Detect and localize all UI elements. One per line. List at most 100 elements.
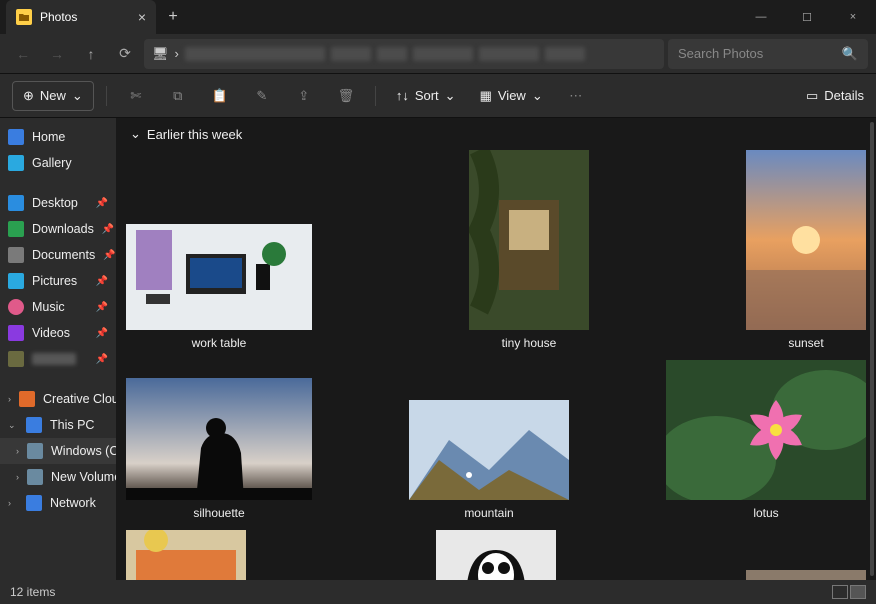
chevron-down-icon: ⌄ <box>445 88 456 104</box>
thumb-mountain[interactable]: mountain <box>409 400 569 520</box>
pin-icon: 📌 <box>102 224 114 235</box>
view-button[interactable]: ▦ View ⌄ <box>472 81 551 111</box>
thumbnail-image <box>666 360 866 500</box>
sort-button[interactable]: ↑↓ Sort ⌄ <box>388 81 464 111</box>
thumbnail-image <box>126 224 312 330</box>
view-label: View <box>498 88 526 103</box>
sidebar-item-label: Music <box>32 300 65 314</box>
details-button[interactable]: ▭ Details <box>806 88 864 104</box>
thumb-tiny-house[interactable]: tiny house <box>469 150 589 350</box>
thumbnail-image <box>409 400 569 500</box>
sidebar-item-network[interactable]: › Network <box>0 490 116 516</box>
pin-icon: 📌 <box>96 198 108 209</box>
sidebar-item-desktop[interactable]: Desktop 📌 <box>0 190 116 216</box>
status-bar: 12 items <box>0 580 876 604</box>
sidebar-item-label: Videos <box>32 326 70 340</box>
tab-title: Photos <box>40 10 77 24</box>
sidebar-item-ddrive[interactable]: › New Volume (D:) <box>0 464 116 490</box>
thumbnail-image <box>436 530 556 580</box>
thumbnail-image <box>126 378 312 500</box>
expand-icon[interactable]: › <box>16 472 19 482</box>
sidebar-item-documents[interactable]: Documents 📌 <box>0 242 116 268</box>
thumb-silhouette[interactable]: silhouette <box>126 378 312 520</box>
content-area: ⌄ Earlier this week work table tiny hous… <box>116 118 876 580</box>
add-tab-button[interactable]: + <box>156 0 190 34</box>
close-window-button[interactable]: × <box>830 0 876 34</box>
chevron-down-icon: ⌄ <box>130 126 141 142</box>
sidebar-item-gallery[interactable]: Gallery <box>0 150 116 176</box>
share-icon[interactable]: ⇪ <box>287 81 321 111</box>
expand-icon[interactable]: ⌄ <box>8 420 18 431</box>
pin-icon: 📌 <box>96 354 108 365</box>
maximize-button[interactable]: ☐ <box>784 0 830 34</box>
drive-icon <box>27 469 43 485</box>
forward-button[interactable]: → <box>42 39 72 69</box>
plus-circle-icon: ⊕ <box>23 88 34 104</box>
expand-icon[interactable]: › <box>8 498 18 508</box>
sidebar-item-label: Gallery <box>32 156 72 170</box>
thumb-lotus[interactable]: lotus <box>666 360 866 520</box>
videos-icon <box>8 325 24 341</box>
refresh-button[interactable]: ⟳ <box>110 39 140 69</box>
paste-icon[interactable]: 📋 <box>203 81 237 111</box>
details-pane-icon: ▭ <box>806 88 818 104</box>
thumb-caption: work table <box>126 336 312 350</box>
rename-icon[interactable]: ✎ <box>245 81 279 111</box>
cut-icon[interactable]: ✄ <box>119 81 153 111</box>
thumbnails-view-icon[interactable] <box>850 585 866 599</box>
sidebar-item-redacted[interactable]: 📌 <box>0 346 116 372</box>
sidebar-item-cdrive[interactable]: › Windows (C:) <box>0 438 116 464</box>
delete-icon[interactable]: 🗑 <box>329 81 363 111</box>
sidebar-item-home[interactable]: Home <box>0 124 116 150</box>
pin-icon: 📌 <box>103 250 115 261</box>
details-label: Details <box>824 88 864 103</box>
thumb-caption: silhouette <box>126 506 312 520</box>
sidebar-item-label: Windows (C:) <box>51 444 116 458</box>
pin-icon: 📌 <box>96 302 108 313</box>
documents-icon <box>8 247 24 263</box>
more-button[interactable]: ⋯ <box>559 81 593 111</box>
thumb-partial-2[interactable] <box>436 530 556 580</box>
copy-icon[interactable]: ⧉ <box>161 81 195 111</box>
thumbnail-image <box>126 530 246 580</box>
music-icon <box>8 299 24 315</box>
thumbnail-image <box>746 570 866 580</box>
sidebar-item-ccf[interactable]: › Creative Cloud Files <box>0 386 116 412</box>
sidebar-item-videos[interactable]: Videos 📌 <box>0 320 116 346</box>
thumb-partial-3[interactable] <box>746 570 866 580</box>
group-header[interactable]: ⌄ Earlier this week <box>116 118 876 146</box>
thumb-caption: mountain <box>409 506 569 520</box>
thumb-work-table[interactable]: work table <box>126 224 312 350</box>
pin-icon: 📌 <box>96 328 108 339</box>
address-bar[interactable]: 🖥 › <box>144 39 664 69</box>
new-button[interactable]: ⊕ New ⌄ <box>12 81 94 111</box>
scrollbar[interactable] <box>870 122 874 576</box>
sidebar-item-label: This PC <box>50 418 94 432</box>
sidebar-item-label: New Volume (D:) <box>51 470 116 484</box>
sidebar: Home Gallery Desktop 📌 Downloads 📌 Docum… <box>0 118 116 580</box>
thumb-sunset[interactable]: sunset <box>746 150 866 350</box>
sidebar-item-pictures[interactable]: Pictures 📌 <box>0 268 116 294</box>
folder-icon <box>8 351 24 367</box>
thumb-partial-1[interactable] <box>126 530 246 580</box>
sidebar-item-label: Desktop <box>32 196 78 210</box>
minimize-button[interactable]: — <box>738 0 784 34</box>
sidebar-item-downloads[interactable]: Downloads 📌 <box>0 216 116 242</box>
tab-photos[interactable]: Photos × <box>6 0 156 34</box>
up-button[interactable]: ↑ <box>76 39 106 69</box>
thumbnail-image <box>746 150 866 330</box>
details-view-icon[interactable] <box>832 585 848 599</box>
home-icon <box>8 129 24 145</box>
new-label: New <box>40 88 66 103</box>
chevron-down-icon: ⌄ <box>532 88 543 104</box>
expand-icon[interactable]: › <box>16 446 19 456</box>
sidebar-item-thispc[interactable]: ⌄ This PC <box>0 412 116 438</box>
thumb-caption: sunset <box>746 336 866 350</box>
back-button[interactable]: ← <box>8 39 38 69</box>
thumbnail-image <box>469 150 589 330</box>
close-tab-icon[interactable]: × <box>138 9 146 25</box>
search-input[interactable]: Search Photos 🔍 <box>668 39 868 69</box>
sidebar-item-music[interactable]: Music 📌 <box>0 294 116 320</box>
chevron-down-icon: ⌄ <box>72 88 83 104</box>
expand-icon[interactable]: › <box>8 394 11 404</box>
